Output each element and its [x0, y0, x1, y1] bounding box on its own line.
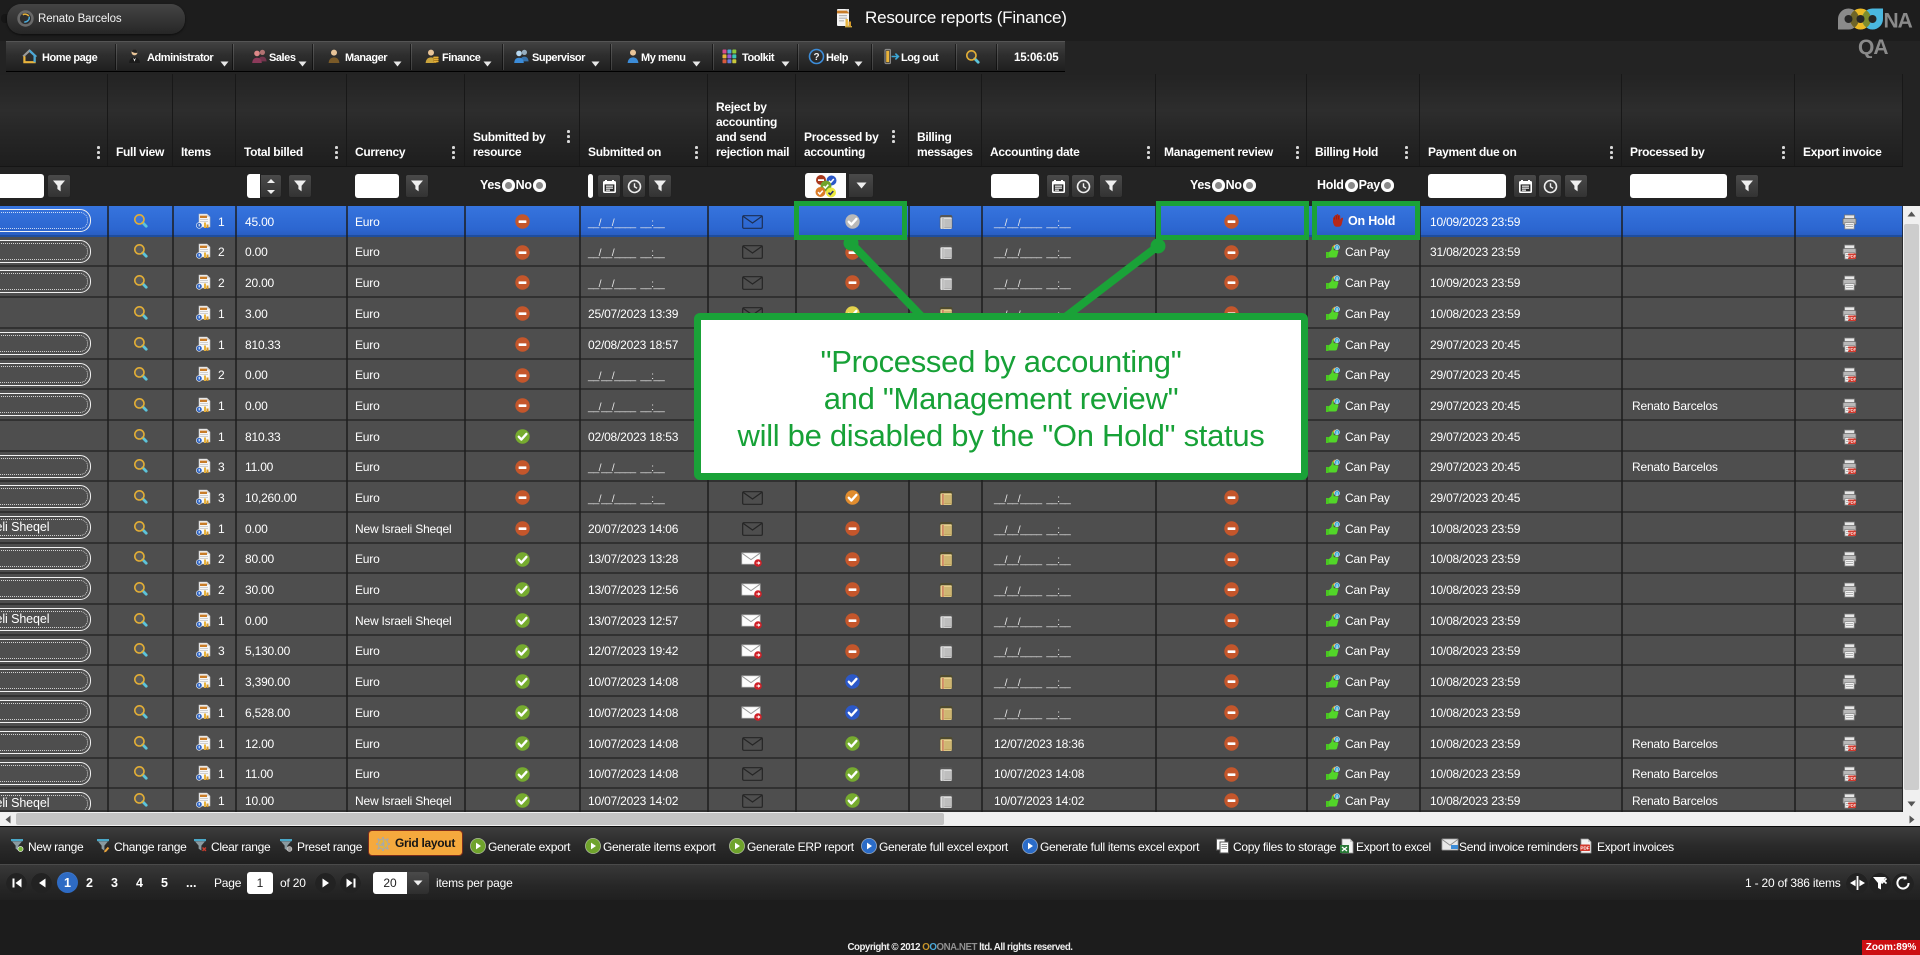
- svg-text:PDF: PDF: [1847, 499, 1856, 504]
- svg-text:PDF: PDF: [1847, 776, 1856, 781]
- svg-text:PDF: PDF: [1847, 802, 1856, 807]
- svg-text:PDF: PDF: [1580, 846, 1589, 851]
- svg-text:PDF: PDF: [1847, 530, 1856, 535]
- svg-text:PDF: PDF: [1847, 745, 1856, 750]
- svg-text:PDF: PDF: [1847, 346, 1856, 351]
- svg-text:PDF: PDF: [1847, 315, 1856, 320]
- svg-text:PDF: PDF: [1847, 469, 1856, 474]
- svg-text:?: ?: [813, 52, 819, 63]
- svg-text:PDF: PDF: [1847, 438, 1856, 443]
- svg-text:PDF: PDF: [1847, 254, 1856, 259]
- svg-text:NA: NA: [1884, 10, 1913, 33]
- svg-text:QA: QA: [1858, 36, 1888, 58]
- svg-text:PDF: PDF: [1847, 377, 1856, 382]
- svg-text:PDF: PDF: [1847, 407, 1856, 412]
